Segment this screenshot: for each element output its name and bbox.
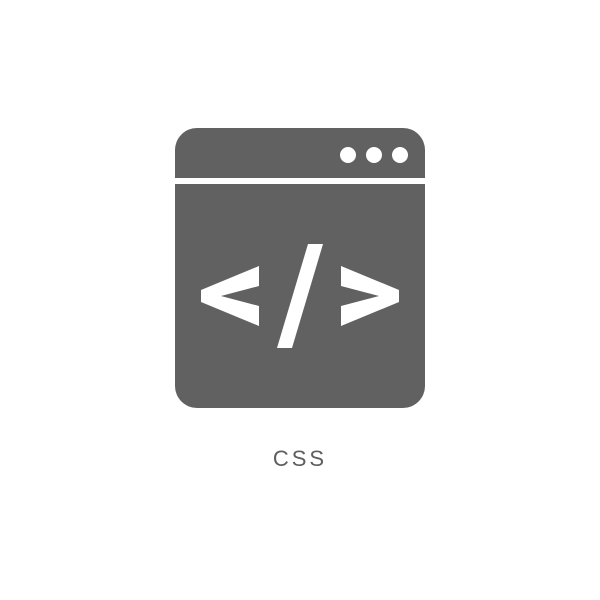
icon-with-label: CSS — [175, 128, 425, 472]
icon-label: CSS — [273, 446, 327, 472]
css-code-window-icon — [175, 128, 425, 408]
